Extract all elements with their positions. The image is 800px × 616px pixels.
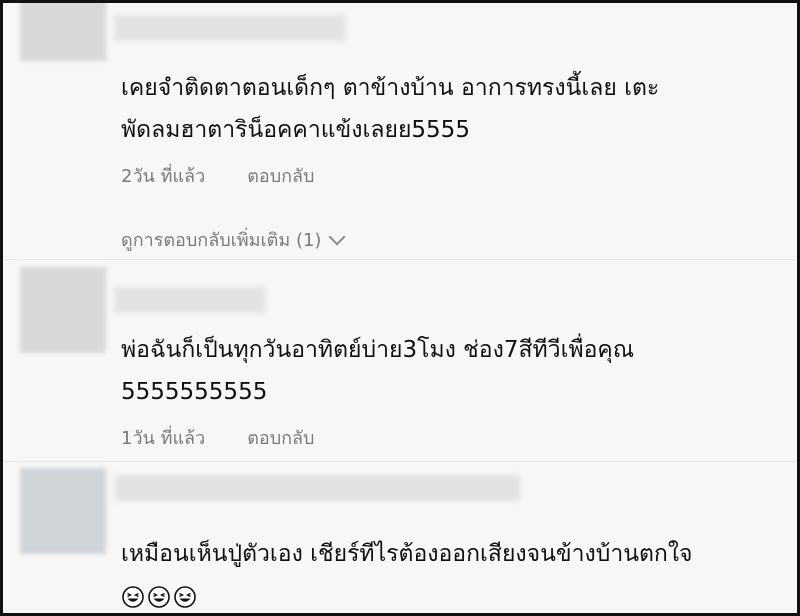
comment-meta: 1วัน ที่แล้ว ตอบกลับ <box>121 423 314 452</box>
chevron-down-icon <box>328 228 346 245</box>
view-more-replies-label: ดูการตอบกลับเพิ่มเติม (1) <box>121 230 322 251</box>
comment-thread: เคยจำติดตาตอนเด็กๆ ตาข้างบ้าน อาการทรงนี… <box>0 0 800 616</box>
grinning-squinting-face-icon <box>174 585 196 608</box>
grinning-squinting-face-icon <box>148 585 170 608</box>
comment-text: พ่อฉันก็เป็นทุกวันอาทิตย์บ่าย3โมง ช่อง7ส… <box>121 329 781 413</box>
comment-meta: 2วัน ที่แล้ว ตอบกลับ <box>121 161 314 190</box>
reply-button[interactable]: ตอบกลับ <box>247 161 314 190</box>
view-more-replies-button[interactable]: ดูการตอบกลับเพิ่มเติม (1) <box>121 225 346 254</box>
comment-timestamp: 1วัน ที่แล้ว <box>121 428 206 449</box>
comment-text-line: พ่อฉันก็เป็นทุกวันอาทิตย์บ่าย3โมง ช่อง7ส… <box>121 337 635 363</box>
comment-text-line: เหมือนเห็นปู่ตัวเอง เชียร์ทีไรต้องออกเสี… <box>121 541 693 567</box>
emoji-row <box>121 585 197 609</box>
comment-text: เหมือนเห็นปู่ตัวเอง เชียร์ทีไรต้องออกเสี… <box>121 533 791 613</box>
comment-text-line: 5555555555 <box>121 379 268 405</box>
comment-text-line: พัดลมฮาตาริน็อคคาแข้งเลยย5555 <box>121 117 470 143</box>
grinning-squinting-face-icon <box>122 585 144 608</box>
commenter-name[interactable] <box>115 475 520 501</box>
avatar[interactable] <box>20 468 106 554</box>
commenter-name[interactable] <box>115 287 265 313</box>
comment-timestamp: 2วัน ที่แล้ว <box>121 166 206 187</box>
commenter-name[interactable] <box>115 15 345 41</box>
divider <box>3 461 797 462</box>
avatar[interactable] <box>20 267 106 353</box>
comment-text: เคยจำติดตาตอนเด็กๆ ตาข้างบ้าน อาการทรงนี… <box>121 67 781 151</box>
comment-text-line: เคยจำติดตาตอนเด็กๆ ตาข้างบ้าน อาการทรงนี… <box>121 75 660 101</box>
avatar[interactable] <box>20 3 106 61</box>
reply-button[interactable]: ตอบกลับ <box>247 423 314 452</box>
divider <box>3 259 797 260</box>
